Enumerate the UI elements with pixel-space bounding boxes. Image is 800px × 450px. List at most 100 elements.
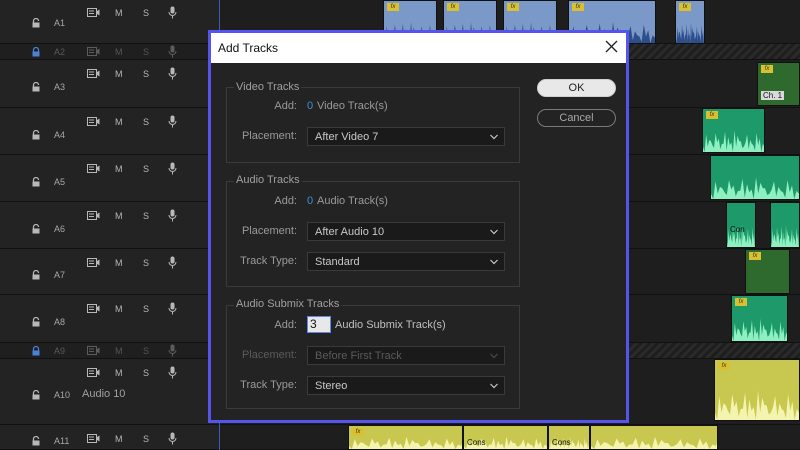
microphone-icon[interactable] (168, 366, 177, 379)
sync-lock-icon[interactable] (87, 258, 100, 267)
video-add-label: Add: (274, 100, 297, 112)
solo-button[interactable]: S (143, 434, 149, 444)
unlock-icon[interactable] (31, 81, 41, 92)
sync-lock-icon[interactable] (87, 69, 100, 78)
solo-button[interactable]: S (143, 8, 149, 18)
mute-button[interactable]: M (115, 47, 123, 57)
fx-badge-icon: fx (706, 111, 718, 119)
unlock-icon[interactable] (31, 17, 41, 28)
sync-lock-icon[interactable] (87, 8, 100, 17)
audio-clip[interactable] (590, 425, 718, 450)
solo-button[interactable]: S (143, 117, 149, 127)
sync-lock-icon[interactable] (87, 47, 100, 56)
track-header-a1[interactable]: A1 M S (0, 0, 219, 44)
sync-lock-icon[interactable] (87, 117, 100, 126)
microphone-icon[interactable] (168, 432, 177, 445)
unlock-icon[interactable] (31, 269, 41, 280)
mute-button[interactable]: M (115, 258, 123, 268)
audio-clip[interactable]: Cons (463, 425, 548, 450)
submix-type-select[interactable]: Stereo (307, 376, 505, 395)
track-header-a4[interactable]: A4 M S (0, 108, 219, 155)
unlock-icon[interactable] (31, 129, 41, 140)
mute-button[interactable]: M (115, 211, 123, 221)
ok-button[interactable]: OK (537, 79, 616, 97)
unlock-icon[interactable] (31, 389, 41, 400)
mute-button[interactable]: M (115, 69, 123, 79)
microphone-icon[interactable] (168, 302, 177, 315)
unlock-icon[interactable] (31, 316, 41, 327)
close-icon[interactable] (605, 40, 618, 53)
track-header-a9[interactable]: A9 M S (0, 343, 219, 359)
audio-clip[interactable]: fx (714, 359, 800, 421)
mute-button[interactable]: M (115, 8, 123, 18)
solo-button[interactable]: S (143, 211, 149, 221)
audio-clip[interactable] (710, 155, 800, 200)
audio-clip[interactable]: Con (726, 202, 756, 248)
track-header-a3[interactable]: A3 M S (0, 60, 219, 108)
microphone-icon[interactable] (168, 6, 177, 19)
video-count-value[interactable]: 0 (307, 100, 313, 112)
audio-count-value[interactable]: 0 (307, 195, 313, 207)
mute-button[interactable]: M (115, 304, 123, 314)
dialog-title: Add Tracks (218, 41, 279, 55)
mute-button[interactable]: M (115, 117, 123, 127)
audio-clip[interactable]: fx (702, 108, 765, 153)
microphone-icon[interactable] (168, 45, 177, 58)
solo-button[interactable]: S (143, 258, 149, 268)
audio-clip[interactable] (770, 202, 800, 248)
lock-icon[interactable] (31, 345, 41, 356)
mute-button[interactable]: M (115, 346, 123, 356)
submix-count-unit: Audio Submix Track(s) (335, 319, 446, 331)
track-header-a10[interactable]: A10 M S Audio 10 (0, 359, 219, 425)
audio-clip[interactable]: fx (745, 249, 790, 294)
sync-lock-icon[interactable] (87, 368, 100, 377)
track-header-a2[interactable]: A2 M S (0, 44, 219, 60)
microphone-icon[interactable] (168, 162, 177, 175)
track-header-a11[interactable]: A11 M S (0, 425, 219, 450)
mute-button[interactable]: M (115, 434, 123, 444)
track-name: A6 (54, 224, 66, 234)
audio-clip[interactable]: fx (731, 295, 788, 342)
unlock-icon[interactable] (31, 435, 41, 446)
solo-button[interactable]: S (143, 346, 149, 356)
microphone-icon[interactable] (168, 209, 177, 222)
mute-button[interactable]: M (115, 368, 123, 378)
unlock-icon[interactable] (31, 176, 41, 187)
lock-icon[interactable] (31, 46, 41, 57)
sync-lock-icon[interactable] (87, 346, 100, 355)
unlock-icon[interactable] (31, 223, 41, 234)
solo-button[interactable]: S (143, 47, 149, 57)
mute-button[interactable]: M (115, 164, 123, 174)
submix-placement-value: Before First Track (315, 350, 402, 362)
solo-button[interactable]: S (143, 368, 149, 378)
submix-add-label: Add: (274, 319, 297, 331)
waveform-icon (711, 177, 799, 199)
track-header-a8[interactable]: A8 M S (0, 295, 219, 343)
submix-count-input[interactable]: 3 (307, 316, 331, 333)
solo-button[interactable]: S (143, 304, 149, 314)
chevron-down-icon (490, 383, 498, 389)
audio-clip[interactable]: Cons (548, 425, 590, 450)
audio-placement-select[interactable]: After Audio 10 (307, 222, 505, 241)
microphone-icon[interactable] (168, 115, 177, 128)
video-placement-select[interactable]: After Video 7 (307, 127, 505, 146)
sync-lock-icon[interactable] (87, 211, 100, 220)
audio-clip[interactable]: fx (348, 425, 463, 450)
sync-lock-icon[interactable] (87, 164, 100, 173)
audio-clip[interactable]: fx (675, 0, 705, 44)
track-header-a5[interactable]: A5 M S (0, 155, 219, 202)
audio-type-select[interactable]: Standard (307, 252, 505, 271)
solo-button[interactable]: S (143, 69, 149, 79)
sync-lock-icon[interactable] (87, 304, 100, 313)
solo-button[interactable]: S (143, 164, 149, 174)
sync-lock-icon[interactable] (87, 434, 100, 443)
microphone-icon[interactable] (168, 67, 177, 80)
track-header-a7[interactable]: A7 M S (0, 249, 219, 295)
microphone-icon[interactable] (168, 256, 177, 269)
audio-clip[interactable]: fx Ch. 1 (757, 62, 800, 106)
track-header-a6[interactable]: A6 M S (0, 202, 219, 249)
cancel-button[interactable]: Cancel (537, 109, 616, 127)
video-tracks-heading: Video Tracks (234, 81, 302, 93)
submix-type-value: Stereo (315, 380, 348, 392)
microphone-icon[interactable] (168, 344, 177, 357)
